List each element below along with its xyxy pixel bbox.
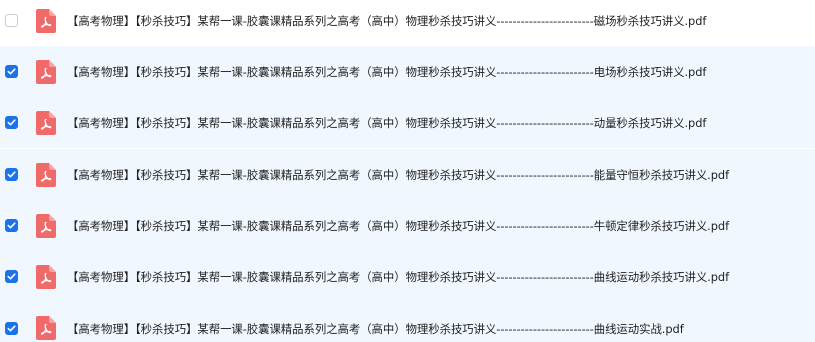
pdf-icon [36, 213, 56, 238]
pdf-icon [36, 162, 56, 187]
file-name[interactable]: 【高考物理】【秒杀技巧】某帮一课-胶囊课精品系列之高考（高中）物理秒杀技巧讲义-… [67, 321, 684, 337]
row-checkbox[interactable] [5, 219, 18, 232]
file-row[interactable]: 【高考物理】【秒杀技巧】某帮一课-胶囊课精品系列之高考（高中）物理秒杀技巧讲义-… [0, 0, 815, 46]
row-checkbox[interactable] [5, 14, 18, 27]
file-row[interactable]: 【高考物理】【秒杀技巧】某帮一课-胶囊课精品系列之高考（高中）物理秒杀技巧讲义-… [0, 97, 815, 148]
row-checkbox[interactable] [5, 116, 18, 129]
file-name[interactable]: 【高考物理】【秒杀技巧】某帮一课-胶囊课精品系列之高考（高中）物理秒杀技巧讲义-… [67, 167, 729, 183]
pdf-icon [36, 8, 56, 33]
file-row[interactable]: 【高考物理】【秒杀技巧】某帮一课-胶囊课精品系列之高考（高中）物理秒杀技巧讲义-… [0, 251, 815, 302]
file-row[interactable]: 【高考物理】【秒杀技巧】某帮一课-胶囊课精品系列之高考（高中）物理秒杀技巧讲义-… [0, 302, 815, 342]
pdf-icon [36, 59, 56, 84]
file-row[interactable]: 【高考物理】【秒杀技巧】某帮一课-胶囊课精品系列之高考（高中）物理秒杀技巧讲义-… [0, 200, 815, 251]
file-name[interactable]: 【高考物理】【秒杀技巧】某帮一课-胶囊课精品系列之高考（高中）物理秒杀技巧讲义-… [67, 13, 706, 29]
file-list: 【高考物理】【秒杀技巧】某帮一课-胶囊课精品系列之高考（高中）物理秒杀技巧讲义-… [0, 0, 815, 342]
pdf-icon [36, 110, 56, 135]
row-checkbox[interactable] [5, 65, 18, 78]
pdf-icon [36, 264, 56, 289]
row-checkbox[interactable] [5, 270, 18, 283]
row-checkbox[interactable] [5, 322, 18, 335]
file-row[interactable]: 【高考物理】【秒杀技巧】某帮一课-胶囊课精品系列之高考（高中）物理秒杀技巧讲义-… [0, 149, 815, 200]
file-name[interactable]: 【高考物理】【秒杀技巧】某帮一课-胶囊课精品系列之高考（高中）物理秒杀技巧讲义-… [67, 269, 729, 285]
file-name[interactable]: 【高考物理】【秒杀技巧】某帮一课-胶囊课精品系列之高考（高中）物理秒杀技巧讲义-… [67, 64, 706, 80]
file-name[interactable]: 【高考物理】【秒杀技巧】某帮一课-胶囊课精品系列之高考（高中）物理秒杀技巧讲义-… [67, 218, 729, 234]
file-row[interactable]: 【高考物理】【秒杀技巧】某帮一课-胶囊课精品系列之高考（高中）物理秒杀技巧讲义-… [0, 46, 815, 97]
pdf-icon [36, 316, 56, 340]
file-name[interactable]: 【高考物理】【秒杀技巧】某帮一课-胶囊课精品系列之高考（高中）物理秒杀技巧讲义-… [67, 115, 706, 131]
row-checkbox[interactable] [5, 168, 18, 181]
